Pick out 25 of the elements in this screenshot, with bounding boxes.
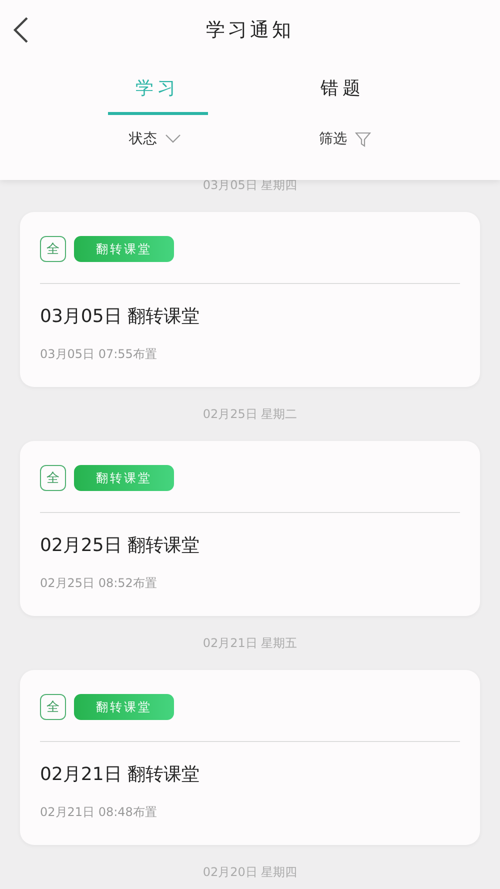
filter-button[interactable]: 筛选	[313, 129, 377, 149]
status-badge: 全	[40, 236, 66, 262]
notice-title: 02月21日 翻转课堂	[40, 763, 201, 786]
date-label: 02月20日 星期四	[202, 864, 298, 880]
page-title: 学习通知	[206, 18, 294, 43]
notice-card[interactable]: 全 翻转课堂 02月21日 翻转课堂 02月21日 08:48布置	[20, 670, 480, 845]
back-icon[interactable]	[13, 16, 29, 44]
type-tag: 翻转课堂	[74, 465, 174, 491]
tab[interactable]: 错题	[292, 60, 392, 115]
status-badge: 全	[40, 694, 66, 720]
notice-card[interactable]: 全 翻转课堂 03月05日 翻转课堂 03月05日 07:55布置	[20, 212, 480, 387]
date-label: 02月21日 星期五	[202, 634, 298, 652]
type-tag: 翻转课堂	[74, 694, 174, 720]
chevron-down-icon	[165, 134, 181, 144]
filter-button[interactable]: 状态	[123, 129, 187, 149]
type-tag: 翻转课堂	[74, 236, 174, 262]
status-badge: 全	[40, 465, 66, 491]
date-label: 02月25日 星期二	[202, 406, 298, 422]
notice-title: 03月05日 翻转课堂	[40, 305, 201, 328]
notice-time: 02月21日 08:48布置	[40, 804, 158, 821]
notice-time: 03月05日 07:55布置	[40, 346, 158, 363]
filter-icon	[355, 131, 371, 147]
notice-card[interactable]: 全 翻转课堂 02月25日 翻转课堂 02月25日 08:52布置	[20, 441, 480, 616]
notice-time: 02月25日 08:52布置	[40, 575, 158, 592]
notice-title: 02月25日 翻转课堂	[40, 534, 201, 557]
